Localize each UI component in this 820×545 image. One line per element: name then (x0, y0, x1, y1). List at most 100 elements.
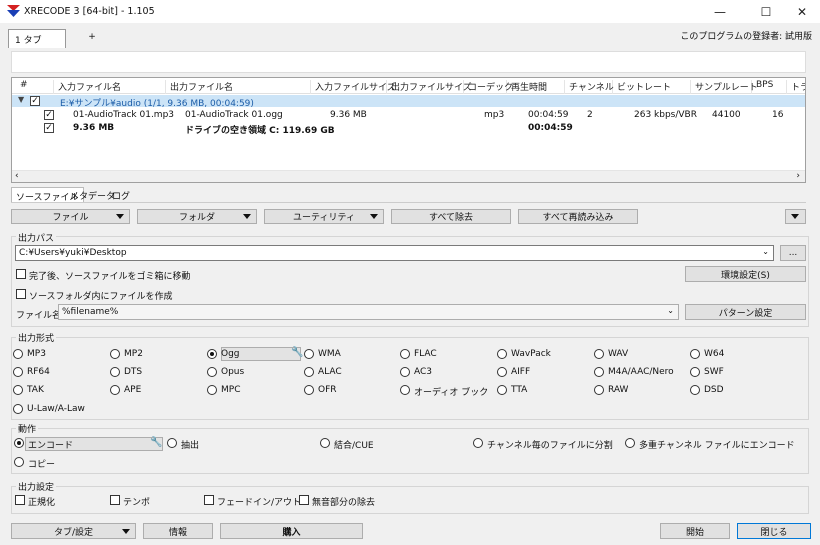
remove-all-button[interactable]: すべて除去 (391, 209, 511, 224)
format-radio-opus[interactable] (207, 367, 217, 377)
format-radio-wav[interactable] (594, 349, 604, 359)
format-radio-aiff[interactable] (497, 367, 507, 377)
minimize-button[interactable]: — (700, 0, 740, 23)
group-checkbox[interactable]: ✓ (30, 96, 40, 106)
add-tab-button[interactable]: + (72, 29, 112, 48)
format-radio-m4a-aac-nero[interactable] (594, 367, 604, 377)
chevron-right-icon[interactable]: › (796, 171, 800, 181)
format-radio-dsd[interactable] (690, 385, 700, 395)
col-bitrate[interactable]: ビットレート (613, 80, 691, 94)
move-to-trash-checkbox[interactable] (16, 269, 26, 279)
format-radio-u-law-a-law[interactable] (13, 404, 23, 414)
action-label-3: チャンネル毎のファイルに分割 (487, 441, 613, 451)
file-checkbox[interactable]: ✓ (44, 110, 54, 120)
format-radio-rf64[interactable] (13, 367, 23, 377)
format-radio-tta[interactable] (497, 385, 507, 395)
action-radio-5[interactable] (14, 457, 24, 467)
cell-input-size: 9.36 MB (330, 110, 367, 120)
action-radio-1[interactable] (167, 438, 177, 448)
format-radio-dts[interactable] (110, 367, 120, 377)
cell-channels: 2 (587, 110, 593, 120)
col-samplerate[interactable]: サンプルレート (691, 80, 758, 94)
file-list[interactable]: # 入力ファイル名 出力ファイル名 入力ファイルサイズ 出力ファイルサイズ コー… (11, 77, 806, 183)
env-settings-button[interactable]: 環境設定(S) (685, 266, 806, 282)
output-path-input[interactable]: C:¥Users¥yuki¥Desktop ⌄ (15, 245, 774, 261)
output-format-title: 出力形式 (16, 331, 57, 344)
horizontal-scrollbar[interactable]: ‹ › (12, 170, 805, 182)
more-button[interactable] (785, 209, 806, 224)
folder-menu-button[interactable]: フォルダ (137, 209, 257, 224)
col-input-size[interactable]: 入力ファイルサイズ (311, 80, 396, 94)
format-radio-ofr[interactable] (304, 385, 314, 395)
action-radio-2[interactable] (320, 438, 330, 448)
pattern-settings-button[interactable]: パターン設定 (685, 304, 806, 320)
chevron-down-icon[interactable]: ▼ (18, 95, 24, 104)
registration-label: このプログラムの登録者: 試用版 (680, 32, 812, 42)
normalize-checkbox[interactable] (15, 495, 25, 505)
col-output-name[interactable]: 出力ファイル名 (166, 80, 311, 94)
col-output-size[interactable]: 出力ファイルサイズ (387, 80, 472, 94)
format-label-u-law-a-law: U-Law/A-Law (27, 404, 85, 414)
summary-row: ✓ 9.36 MB ドライブの空き領域 C: 119.69 GB 00:04:5… (12, 121, 805, 136)
close-button[interactable]: 閉じる (737, 523, 811, 539)
format-label-item-20: オーディオ ブック (414, 388, 489, 398)
col-duration[interactable]: 再生時間 (507, 80, 565, 94)
col-track[interactable]: トラ (787, 80, 805, 94)
tab-settings-button[interactable]: タブ/設定 (11, 523, 136, 539)
browse-button[interactable]: ... (780, 245, 806, 261)
chevron-down-icon[interactable]: ⌄ (667, 306, 674, 315)
maximize-button[interactable]: ☐ (746, 0, 786, 23)
group-row[interactable]: ▼ ✓ E:¥サンプル¥audio (1/1, 9.36 MB, 00:04:5… (12, 95, 805, 109)
format-label-tak: TAK (27, 385, 44, 395)
format-radio-raw[interactable] (594, 385, 604, 395)
tab-1[interactable]: 1 タブ (8, 29, 66, 48)
tempo-checkbox[interactable] (110, 495, 120, 505)
start-button[interactable]: 開始 (660, 523, 730, 539)
cell-samplerate: 44100 (712, 110, 741, 120)
col-channels[interactable]: チャンネル (565, 80, 614, 94)
check-icon: ✓ (45, 109, 53, 120)
drive-free-space: ドライブの空き領域 C: 119.69 GB (185, 126, 335, 136)
format-radio-mp2[interactable] (110, 349, 120, 359)
format-radio-ogg[interactable] (207, 349, 217, 359)
close-window-button[interactable]: ✕ (782, 0, 820, 23)
format-radio-mpc[interactable] (207, 385, 217, 395)
format-radio-wma[interactable] (304, 349, 314, 359)
fade-checkbox[interactable] (204, 495, 214, 505)
col-bps[interactable]: BPS (752, 80, 787, 94)
output-settings-title: 出力設定 (16, 480, 57, 493)
info-button[interactable]: 情報 (143, 523, 213, 539)
col-number[interactable]: # (16, 80, 54, 94)
format-radio-ape[interactable] (110, 385, 120, 395)
chevron-left-icon[interactable]: ‹ (15, 171, 19, 181)
file-menu-button[interactable]: ファイル (11, 209, 130, 224)
format-radio-item-20[interactable] (400, 385, 410, 395)
silence-removal-checkbox[interactable] (299, 495, 309, 505)
chevron-down-icon[interactable]: ⌄ (762, 247, 769, 256)
action-radio-3[interactable] (473, 438, 483, 448)
format-radio-swf[interactable] (690, 367, 700, 377)
filename-input[interactable]: %filename% ⌄ (58, 304, 679, 320)
format-radio-w64[interactable] (690, 349, 700, 359)
buy-button[interactable]: 購入 (220, 523, 363, 539)
format-radio-flac[interactable] (400, 349, 410, 359)
format-radio-alac[interactable] (304, 367, 314, 377)
utility-menu-button[interactable]: ユーティリティ (264, 209, 384, 224)
action-radio-4[interactable] (625, 438, 635, 448)
tab-log[interactable]: ログ (108, 187, 134, 202)
wrench-icon[interactable]: 🔧 (291, 347, 303, 358)
create-in-source-checkbox[interactable] (16, 289, 26, 299)
table-row[interactable]: ✓ 01-AudioTrack 01.mp3 01-AudioTrack 01.… (12, 108, 805, 121)
col-input-name[interactable]: 入力ファイル名 (54, 80, 166, 94)
summary-checkbox[interactable]: ✓ (44, 123, 54, 133)
format-radio-tak[interactable] (13, 385, 23, 395)
format-radio-mp3[interactable] (13, 349, 23, 359)
filename-value: %filename% (62, 307, 119, 317)
wrench-icon[interactable]: 🔧 (150, 437, 162, 448)
format-radio-ac3[interactable] (400, 367, 410, 377)
format-radio-wavpack[interactable] (497, 349, 507, 359)
reload-all-button[interactable]: すべて再読み込み (518, 209, 638, 224)
format-label-wavpack: WavPack (511, 349, 551, 359)
col-codec[interactable]: コーデック (464, 80, 513, 94)
action-radio-0[interactable] (14, 438, 24, 448)
